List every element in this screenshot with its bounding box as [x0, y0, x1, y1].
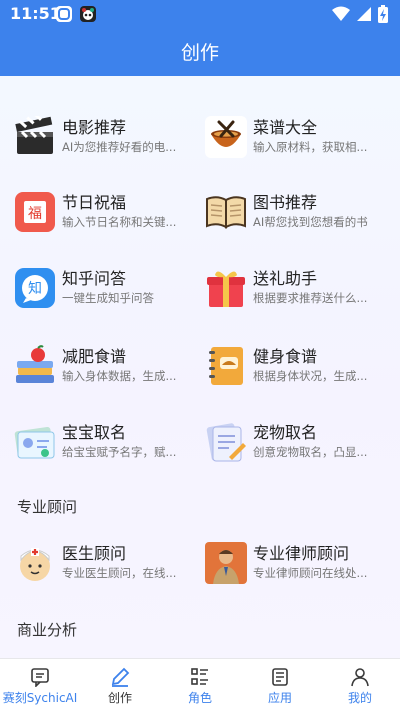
card-description: 根据要求推荐送什么...: [253, 291, 368, 305]
zhi-character: 知: [28, 280, 42, 297]
card-title: 知乎问答: [62, 269, 127, 288]
wifi-icon: [332, 6, 350, 21]
tab-apps[interactable]: 应用: [240, 659, 320, 711]
card-description: AI为您推荐好看的电...: [62, 140, 177, 154]
bottom-tab-bar: 赛刻SychicAI 创作 角色 应用 我的: [0, 658, 400, 711]
card-title: 图书推荐: [253, 193, 318, 212]
card-description: 一键生成知乎问答: [62, 291, 154, 305]
card-festival-greeting[interactable]: 福 节日祝福 输入节日名称和关键...: [14, 183, 194, 239]
card-description: AI帮您找到您想看的书: [253, 215, 368, 229]
card-description: 给宝宝赋予名字，赋...: [62, 445, 177, 459]
card-title: 医生顾问: [62, 544, 127, 563]
tab-mine[interactable]: 我的: [320, 659, 400, 711]
card-description: 输入原材料，获取相...: [253, 140, 368, 154]
tab-label: 角色: [187, 691, 212, 705]
tab-sychicai[interactable]: 赛刻SychicAI: [0, 659, 80, 711]
card-title: 电影推荐: [62, 118, 127, 137]
id-card-icon: [14, 421, 56, 463]
notebook-icon: [205, 345, 247, 387]
doctor-avatar-icon: [14, 542, 56, 584]
pen-icon: [111, 667, 130, 687]
list-icon: [191, 668, 208, 685]
card-description: 根据身体状况，生成...: [253, 369, 368, 383]
card-doctor-consultant[interactable]: 医生顾问 专业医生顾问，在线...: [14, 534, 194, 590]
card-lawyer-consultant[interactable]: 专业律师顾问 专业律师顾问在线处...: [205, 534, 385, 590]
section-title-consultant: 专业顾问: [17, 498, 78, 516]
card-title: 送礼助手: [253, 269, 318, 288]
card-diet-recipe[interactable]: 减肥食谱 输入身体数据，生成...: [14, 337, 194, 393]
battery-icon: [378, 5, 388, 23]
card-baby-naming[interactable]: 宝宝取名 给宝宝赋予名字，赋...: [14, 413, 194, 469]
header-bar: 11:51 创作: [0, 0, 400, 76]
card-title: 宝宝取名: [62, 423, 127, 442]
panda-notification-icon: [80, 6, 96, 22]
status-time: 11:51: [10, 4, 61, 23]
clapperboard-icon: [14, 112, 56, 158]
card-gift-assistant[interactable]: 送礼助手 根据要求推荐送什么...: [205, 259, 385, 315]
zhihu-icon: 知: [14, 267, 56, 309]
page-title: 创作: [180, 42, 219, 64]
tab-label: 赛刻SychicAI: [2, 691, 78, 705]
cooking-pot-icon: [205, 116, 247, 158]
card-description: 输入节日名称和关键...: [62, 215, 177, 229]
notification-app-icon: [56, 6, 72, 22]
open-book-icon: [205, 191, 247, 233]
card-title: 菜谱大全: [253, 118, 318, 137]
tab-creation[interactable]: 创作: [80, 659, 160, 711]
card-description: 专业律师顾问在线处...: [253, 566, 368, 580]
card-recipe[interactable]: 菜谱大全 输入原材料，获取相...: [205, 108, 385, 164]
signal-icon: [357, 7, 371, 21]
card-title: 减肥食谱: [62, 347, 127, 366]
card-title: 专业律师顾问: [253, 544, 350, 563]
card-title: 健身食谱: [253, 347, 318, 366]
tab-label: 创作: [107, 691, 132, 705]
card-movie-recommend[interactable]: 电影推荐 AI为您推荐好看的电...: [14, 108, 194, 164]
creation-list[interactable]: 电影推荐 AI为您推荐好看的电... 菜谱大全 输入原材料，获取相... 福 节: [0, 76, 400, 658]
fu-blessing-icon: 福: [14, 191, 56, 233]
gift-box-icon: [205, 267, 247, 309]
card-description: 输入身体数据，生成...: [62, 369, 177, 383]
tab-label: 我的: [347, 691, 372, 705]
card-fitness-recipe[interactable]: 健身食谱 根据身体状况，生成...: [205, 337, 385, 393]
tab-label: 应用: [267, 691, 292, 705]
tab-role[interactable]: 角色: [160, 659, 240, 711]
status-icons: [332, 5, 388, 23]
card-description: 创意宠物取名，凸显...: [253, 445, 368, 459]
chat-icon: [31, 668, 49, 687]
card-zhihu-qa[interactable]: 知 知乎问答 一键生成知乎问答: [14, 259, 194, 315]
document-pen-icon: [205, 421, 247, 463]
doc-icon: [272, 668, 288, 686]
lawyer-avatar-icon: [205, 542, 247, 584]
card-pet-naming[interactable]: 宠物取名 创意宠物取名，凸显...: [205, 413, 385, 469]
fu-character: 福: [28, 206, 42, 222]
section-title-business: 商业分析: [17, 621, 78, 639]
status-bar: 11:51: [0, 0, 400, 28]
card-title: 节日祝福: [62, 193, 127, 212]
card-book-recommend[interactable]: 图书推荐 AI帮您找到您想看的书: [205, 183, 385, 239]
apple-books-icon: [14, 345, 56, 387]
person-icon: [351, 668, 369, 687]
card-description: 专业医生顾问，在线...: [62, 566, 177, 580]
card-title: 宠物取名: [253, 423, 318, 442]
